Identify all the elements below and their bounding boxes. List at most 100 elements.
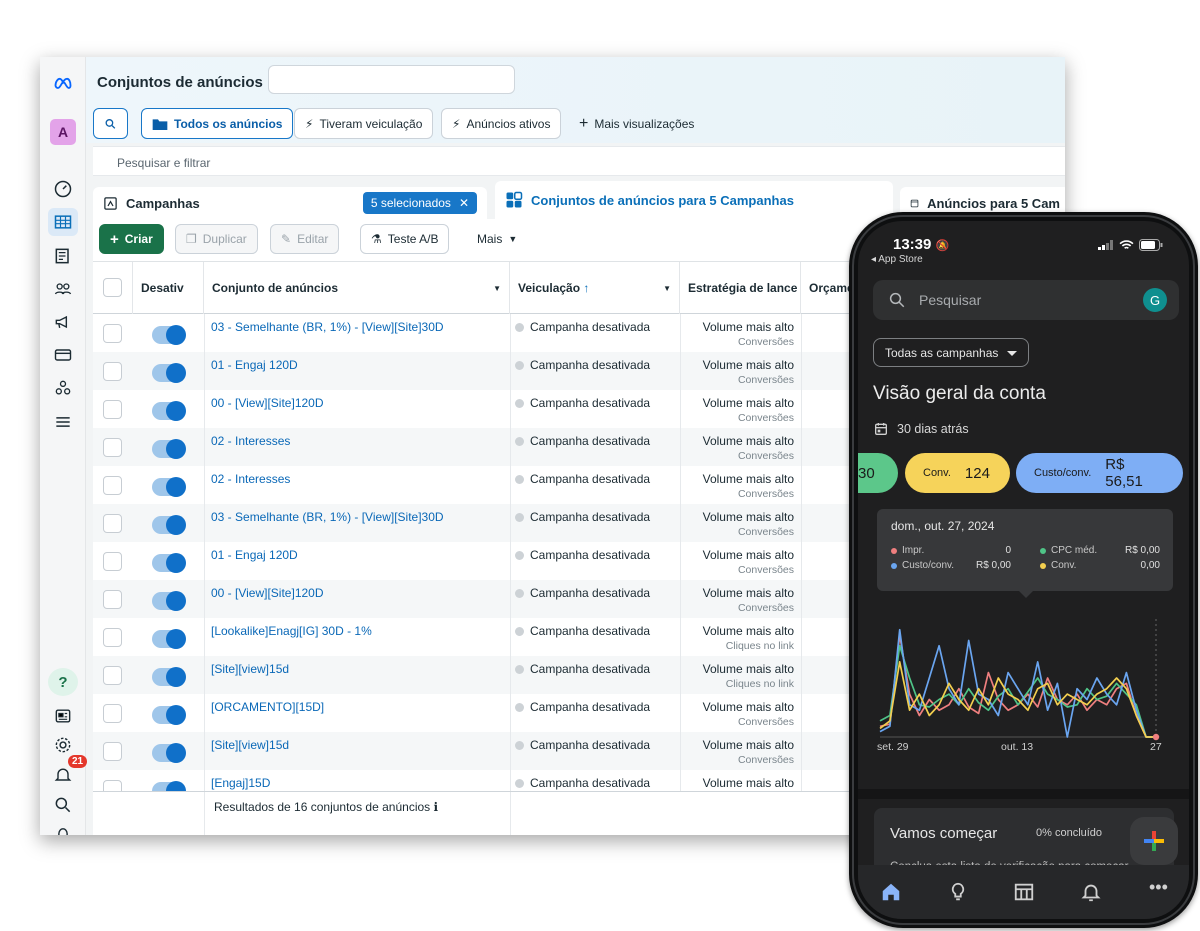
bug-report-icon[interactable]	[48, 819, 78, 835]
col-delivery-header[interactable]: Veiculação ↑ ▼	[510, 262, 680, 314]
home-icon[interactable]	[880, 881, 902, 903]
menu-icon[interactable]	[48, 408, 78, 436]
reports-icon[interactable]	[48, 242, 78, 270]
metric-pill-clicks[interactable]: 30	[858, 453, 898, 493]
row-toggle[interactable]	[152, 401, 186, 421]
notifications-bell-icon[interactable]	[1080, 881, 1102, 903]
adset-name-link[interactable]: 02 - Interesses	[211, 472, 290, 486]
row-toggle[interactable]	[152, 363, 186, 383]
lightbulb-icon[interactable]	[947, 881, 969, 903]
title-search-input[interactable]	[268, 65, 515, 94]
duplicate-button[interactable]: ❐ Duplicar	[175, 224, 258, 254]
account-avatar[interactable]: A	[50, 119, 76, 145]
billing-card-icon[interactable]	[48, 341, 78, 369]
news-icon[interactable]	[48, 702, 78, 730]
delivery-status: Campanha desativada	[515, 662, 650, 676]
caret-down-icon[interactable]: ▼	[663, 284, 671, 293]
col-name-header[interactable]: Conjunto de anúncios ▼	[204, 262, 510, 314]
row-toggle[interactable]	[152, 781, 186, 791]
adset-name-link[interactable]: 01 - Engaj 120D	[211, 358, 298, 372]
create-button[interactable]: + Criar	[99, 224, 164, 254]
dashboard-icon[interactable]	[48, 175, 78, 203]
megaphone-icon[interactable]	[48, 308, 78, 336]
more-views-button[interactable]: + Mais visualizações	[569, 108, 704, 139]
search-icon	[889, 292, 905, 308]
adset-name-link[interactable]: [Site][view]15d	[211, 738, 289, 752]
campaigns-table-icon[interactable]	[1013, 881, 1035, 903]
row-toggle[interactable]	[152, 439, 186, 459]
more-button[interactable]: Mais ▼	[467, 224, 528, 254]
edit-button[interactable]: ✎ Editar	[270, 224, 340, 254]
caret-down-icon[interactable]: ▼	[493, 284, 501, 293]
row-checkbox[interactable]	[103, 552, 122, 571]
row-toggle[interactable]	[152, 325, 186, 345]
adset-name-link[interactable]: [Engaj]15D	[211, 776, 270, 790]
search-icon[interactable]	[48, 791, 78, 819]
adset-name-link[interactable]: 02 - Interesses	[211, 434, 290, 448]
row-checkbox[interactable]	[103, 742, 122, 761]
close-icon[interactable]: ✕	[459, 196, 469, 210]
adset-name-link[interactable]: [Lookalike]Enagj[IG] 30D - 1%	[211, 624, 372, 638]
business-apps-icon[interactable]	[48, 374, 78, 402]
row-toggle[interactable]	[152, 477, 186, 497]
row-toggle[interactable]	[152, 553, 186, 573]
adset-name-link[interactable]: 03 - Semelhante (BR, 1%) - [View][Site]3…	[211, 320, 444, 334]
ab-test-button[interactable]: ⚗ Teste A/B	[360, 224, 450, 254]
create-fab-button[interactable]	[1130, 817, 1178, 865]
row-toggle[interactable]	[152, 629, 186, 649]
phone-search-input[interactable]: Pesquisar G	[873, 280, 1179, 320]
row-checkbox[interactable]	[103, 590, 122, 609]
row-toggle[interactable]	[152, 591, 186, 611]
audiences-icon[interactable]	[48, 275, 78, 303]
adset-name-link[interactable]: [ORCAMENTO][15D]	[211, 700, 324, 714]
adset-name-link[interactable]: 01 - Engaj 120D	[211, 548, 298, 562]
view-delivered-button[interactable]: ⚡ Tiveram veiculação	[294, 108, 434, 139]
col-toggle-header[interactable]: Desativ	[133, 262, 204, 314]
tab-adsets[interactable]: Conjuntos de anúncios para 5 Campanhas	[495, 181, 893, 219]
metric-pill-cost-per-conv[interactable]: Custo/conv. R$ 56,51	[1016, 453, 1183, 493]
more-dots-icon[interactable]: •••	[1149, 877, 1168, 898]
campaigns-panel-header[interactable]: Campanhas 5 selecionados ✕	[93, 187, 487, 219]
row-checkbox[interactable]	[103, 324, 122, 343]
notifications-bell-icon[interactable]: 21	[48, 755, 88, 789]
tooltip-item: Custo/conv.	[891, 560, 954, 571]
delivery-status-text: Campanha desativada	[530, 700, 651, 714]
meta-logo-icon[interactable]	[48, 69, 78, 97]
row-checkbox[interactable]	[103, 400, 122, 419]
tooltip-label: CPC méd.	[1051, 545, 1098, 556]
help-icon[interactable]: ?	[48, 668, 78, 696]
row-checkbox[interactable]	[103, 704, 122, 723]
search-filter-input[interactable]: Pesquisar e filtrar	[93, 146, 1065, 176]
bid-strategy: Volume mais alto Conversões	[679, 548, 794, 578]
metric-pill-conversions[interactable]: Conv. 124	[905, 453, 1010, 493]
back-to-app-store[interactable]: ◂ App Store	[871, 254, 923, 265]
adset-name-link[interactable]: 00 - [View][Site]120D	[211, 396, 324, 410]
view-active-ads-button[interactable]: ⚡ Anúncios ativos	[441, 108, 562, 139]
row-checkbox[interactable]	[103, 476, 122, 495]
adset-name-link[interactable]: 03 - Semelhante (BR, 1%) - [View][Site]3…	[211, 510, 444, 524]
row-toggle[interactable]	[152, 515, 186, 535]
select-all-checkbox[interactable]	[103, 278, 122, 297]
row-toggle[interactable]	[152, 743, 186, 763]
row-checkbox[interactable]	[103, 666, 122, 685]
col-strategy-header[interactable]: Estratégia de lance	[680, 262, 801, 314]
performance-line-chart[interactable]	[868, 611, 1168, 743]
period-selector[interactable]: 30 dias atrás	[873, 421, 969, 437]
row-toggle[interactable]	[152, 705, 186, 725]
table-icon[interactable]	[48, 208, 78, 236]
adset-name-link[interactable]: [Site][view]15d	[211, 662, 289, 676]
selected-chip[interactable]: 5 selecionados ✕	[362, 192, 477, 214]
row-toggle[interactable]	[152, 667, 186, 687]
row-checkbox[interactable]	[103, 628, 122, 647]
campaign-filter-dropdown[interactable]: Todas as campanhas	[873, 338, 1030, 367]
adset-name-link[interactable]: 00 - [View][Site]120D	[211, 586, 324, 600]
ab-test-label: Teste A/B	[387, 232, 439, 246]
row-checkbox[interactable]	[103, 780, 122, 791]
search-toggle-button[interactable]	[93, 108, 128, 139]
row-checkbox[interactable]	[103, 438, 122, 457]
view-all-ads-button[interactable]: Todos os anúncios	[141, 108, 294, 139]
row-checkbox[interactable]	[103, 362, 122, 381]
row-checkbox[interactable]	[103, 514, 122, 533]
profile-avatar[interactable]: G	[1143, 288, 1167, 312]
info-icon[interactable]: ℹ	[434, 800, 439, 814]
